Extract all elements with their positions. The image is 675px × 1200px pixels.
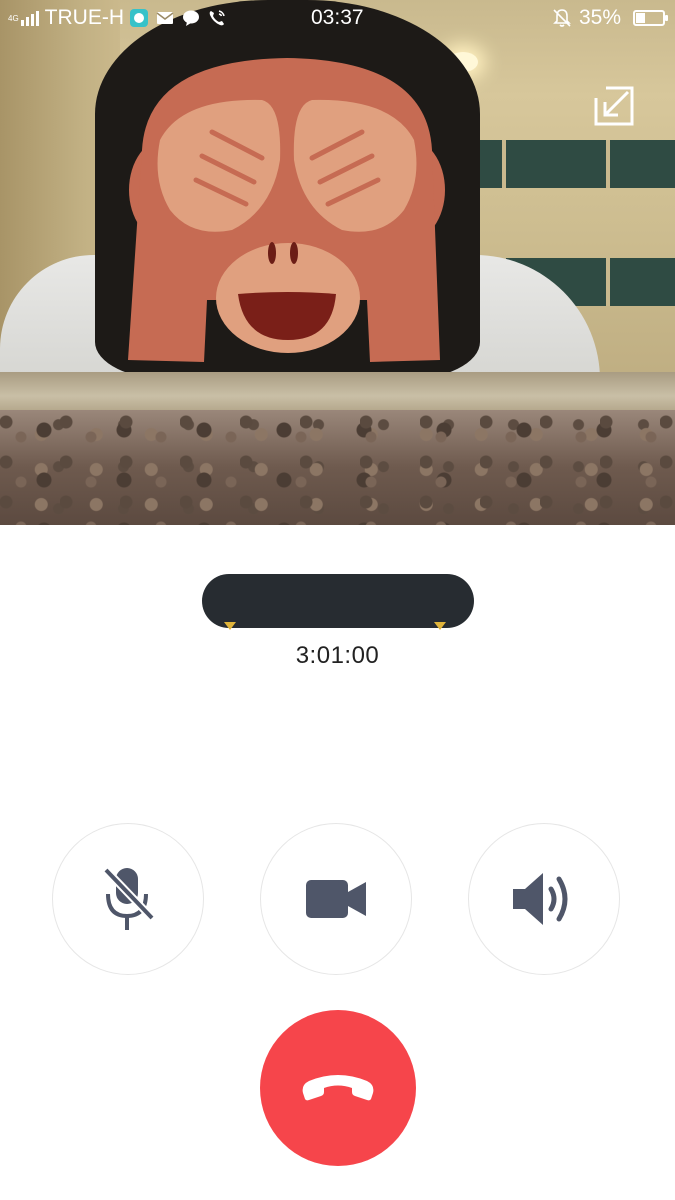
network-type: 4G [8, 13, 19, 23]
video-call-screen: 4G TRUE-H 03:37 35% 3:01:00 [0, 0, 675, 1200]
minimize-window-icon[interactable] [592, 84, 636, 128]
video-camera-icon [306, 880, 366, 918]
call-duration: 3:01:00 [295, 642, 380, 669]
messenger-icon [130, 9, 148, 27]
countertop [0, 410, 675, 525]
call-icon [209, 10, 225, 26]
caller-name-redacted [202, 574, 474, 628]
clock: 03:37 [311, 6, 364, 29]
bell-off-icon [553, 9, 571, 27]
mail-icon [156, 12, 174, 24]
see-no-evil-monkey-icon [128, 58, 445, 362]
status-bar: 4G TRUE-H 03:37 35% [0, 0, 675, 36]
battery-level [636, 13, 645, 23]
speaker-icon [513, 873, 568, 925]
remote-video-feed[interactable] [0, 0, 675, 525]
carrier-name: TRUE-H [44, 6, 124, 29]
battery-icon [633, 10, 668, 26]
end-call-button[interactable] [260, 1010, 416, 1166]
speaker-button[interactable] [468, 823, 620, 975]
microphone-off-icon [103, 867, 155, 930]
chat-icon [183, 10, 199, 26]
battery-percent: 35% [578, 6, 621, 29]
hang-up-icon [302, 1075, 374, 1101]
video-toggle-button[interactable] [260, 823, 412, 975]
signal-icon [20, 10, 41, 26]
mute-button[interactable] [52, 823, 204, 975]
